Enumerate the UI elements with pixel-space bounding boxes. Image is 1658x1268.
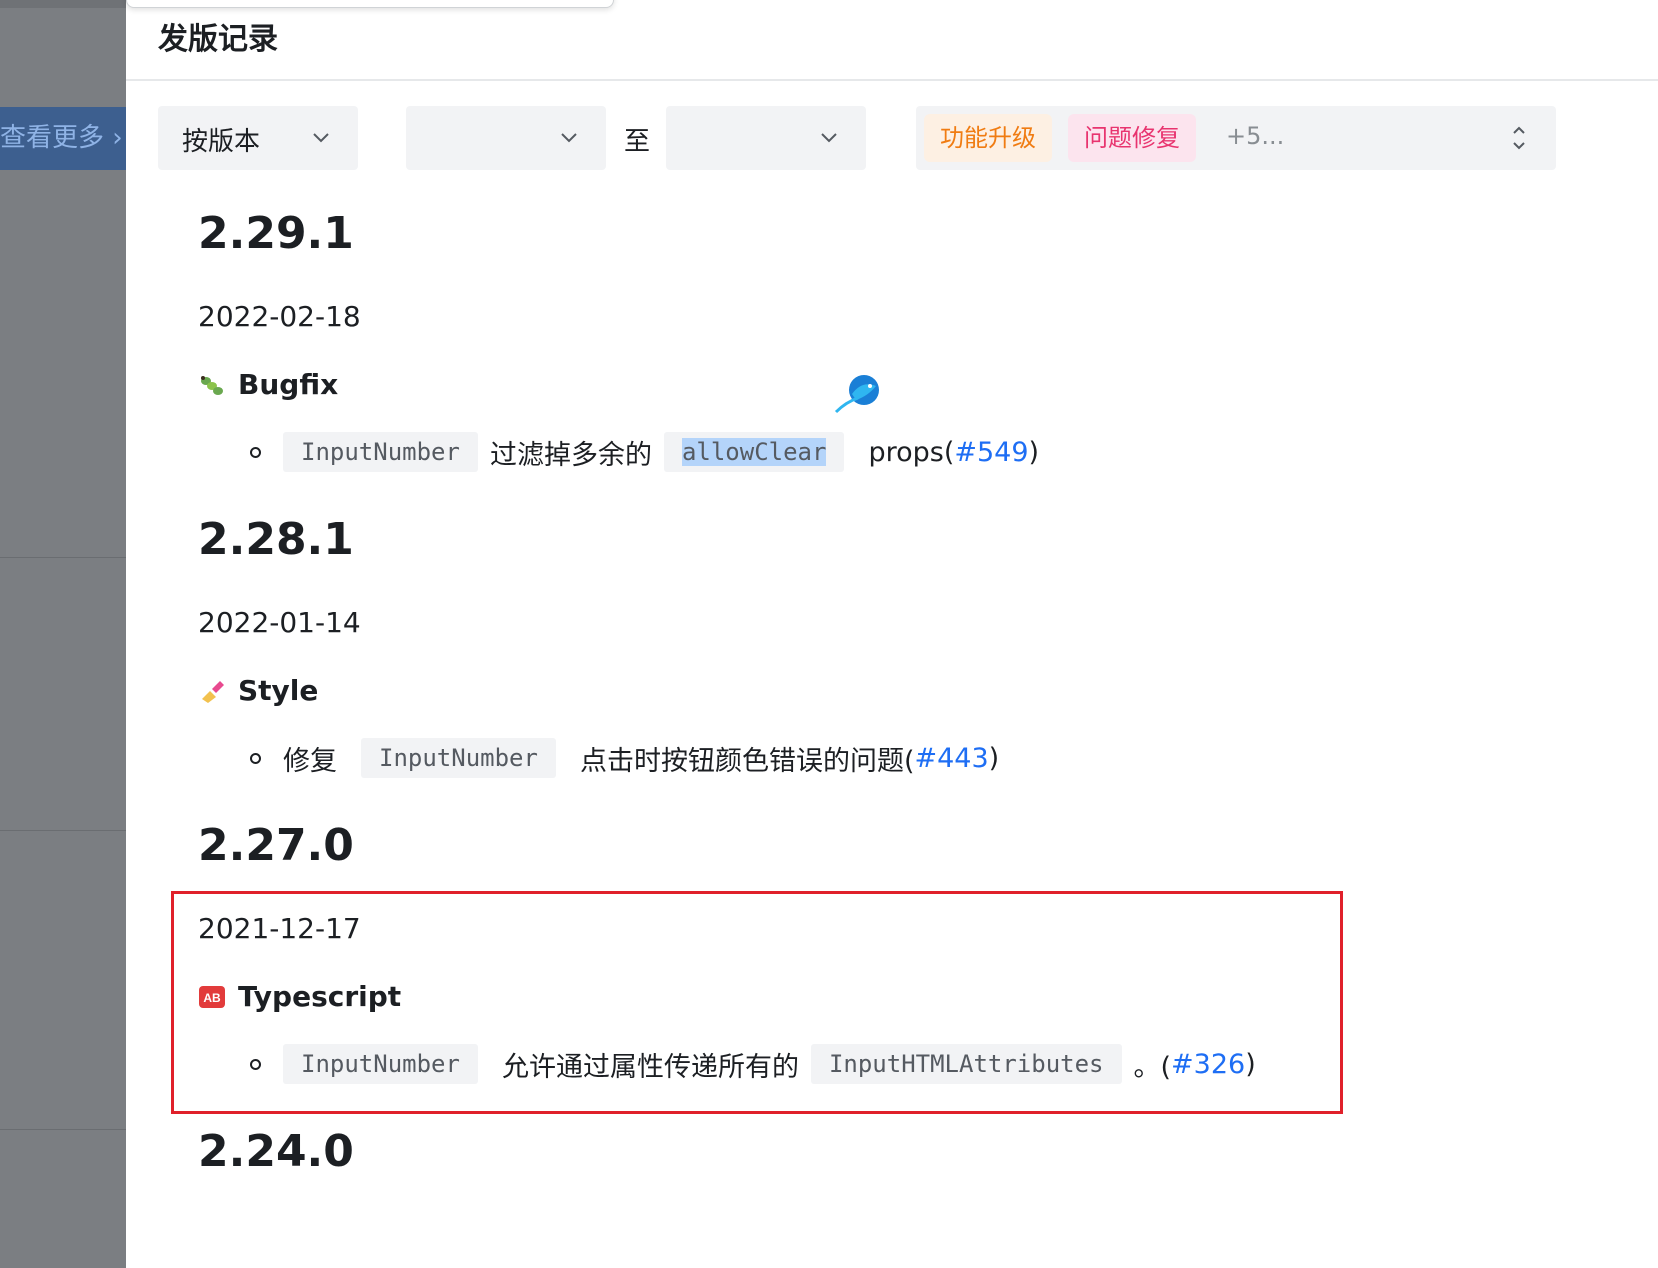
item-prefix: 修复 [283, 745, 337, 777]
divider [0, 830, 126, 831]
filter-mode-value: 按版本 [182, 127, 261, 157]
release-date: 2022-01-14 [198, 606, 361, 639]
item-text: 点击时按钮颜色错误的问题( [579, 745, 915, 777]
issue-link[interactable]: #549 [954, 437, 1028, 468]
code-snippet: InputNumber [361, 738, 556, 778]
chevron-down-icon [561, 133, 577, 143]
version-from-select[interactable] [406, 106, 606, 170]
list-item: 修复 InputNumber 点击时按钮颜色错误的问题(#443) [250, 738, 999, 778]
category-label: Bugfix [238, 368, 339, 401]
release-category: Bugfix [198, 368, 338, 401]
nail-polish-icon [202, 680, 224, 703]
release-version: 2.28.1 [198, 514, 354, 565]
issue-link[interactable]: #443 [915, 743, 989, 774]
range-to-label: 至 [624, 127, 651, 157]
item-text-tail: ) [1028, 436, 1040, 468]
category-label: Style [238, 674, 319, 707]
item-text-tail: ) [988, 742, 1000, 774]
backdrop-overlay: 查看更多 › [0, 0, 126, 1268]
release-category: Style [198, 674, 318, 707]
more-tags-count: +5... [1226, 122, 1285, 150]
bullet [250, 446, 261, 458]
chevron-down-icon [821, 133, 837, 143]
bug-icon [201, 375, 223, 395]
code-snippet: InputNumber [283, 432, 478, 472]
divider [0, 557, 126, 558]
item-text: props( [868, 436, 955, 468]
chevron-down-icon [313, 133, 329, 143]
page-title: 发版记录 [158, 22, 278, 57]
version-to-select[interactable] [666, 106, 866, 170]
title-divider [126, 79, 1658, 81]
annotation-highlight-box [171, 891, 1343, 1114]
release-version: 2.29.1 [198, 208, 354, 259]
item-text: 过滤掉多余的 [489, 439, 652, 471]
change-type-multiselect[interactable]: 功能升级 问题修复 +5... [916, 106, 1556, 170]
release-version: 2.27.0 [198, 820, 354, 871]
code-snippet-selected: allowClear [663, 432, 845, 472]
tag-feature[interactable]: 功能升级 [924, 114, 1052, 162]
release-notes-panel: 发版记录 按版本 至 功能升级 问题修复 +5... 2.29.1 2022-0… [126, 0, 1658, 1268]
up-down-chevron-icon [1513, 126, 1525, 150]
tag-bugfix[interactable]: 问题修复 [1068, 114, 1196, 162]
translate-bird-icon[interactable] [832, 372, 882, 416]
list-item: InputNumber 过滤掉多余的 allowClear props(#549… [250, 432, 1039, 472]
filter-mode-select[interactable]: 按版本 [158, 106, 358, 170]
bullet [250, 752, 261, 764]
view-more-button[interactable]: 查看更多 › [0, 107, 126, 170]
divider [0, 1129, 126, 1130]
release-date: 2022-02-18 [198, 300, 361, 333]
popover-remnant [126, 0, 614, 8]
release-version: 2.24.0 [198, 1126, 354, 1177]
backdrop-topbar [0, 0, 126, 8]
